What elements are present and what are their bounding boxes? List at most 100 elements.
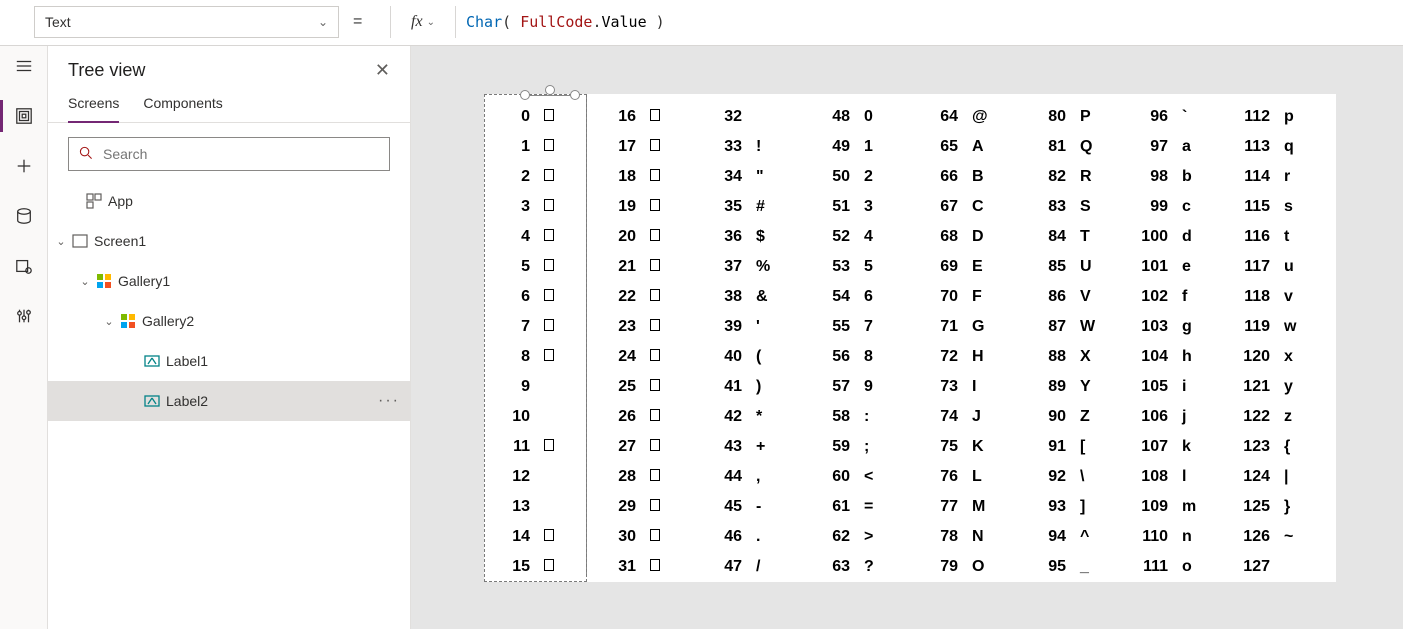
- search-icon: [79, 146, 93, 163]
- ascii-cell: 1: [496, 132, 568, 162]
- ascii-char: F: [972, 288, 996, 306]
- search-input[interactable]: [68, 137, 390, 171]
- ascii-cell: 2: [496, 162, 568, 192]
- ascii-code: 89: [1032, 378, 1066, 396]
- tree-view-icon[interactable]: [0, 96, 48, 136]
- tree-node-label2[interactable]: Label2 ···: [48, 381, 410, 421]
- tree-node-label: App: [108, 193, 133, 209]
- ascii-char: w: [1284, 318, 1308, 336]
- ascii-char: 7: [864, 318, 888, 336]
- left-rail: [0, 46, 48, 629]
- ascii-char: /: [756, 558, 780, 576]
- ascii-cell: 91 [: [1032, 432, 1104, 462]
- label-control-icon: [144, 353, 160, 369]
- ascii-code: 117: [1236, 258, 1270, 276]
- ascii-code: 106: [1134, 408, 1168, 426]
- ascii-code: 79: [924, 558, 958, 576]
- ascii-char: 0: [864, 108, 888, 126]
- ascii-code: 43: [708, 438, 742, 456]
- close-icon[interactable]: ✕: [375, 60, 390, 81]
- ascii-code: 120: [1236, 348, 1270, 366]
- ascii-char: [: [1080, 438, 1104, 456]
- ascii-code: 123: [1236, 438, 1270, 456]
- tree-node-label: Label1: [166, 353, 208, 369]
- ascii-char: $: [756, 228, 780, 246]
- ascii-cell: 73I: [924, 372, 996, 402]
- ascii-char: [544, 168, 568, 186]
- ascii-code: 50: [816, 168, 850, 186]
- canvas-area[interactable]: 0123456789101112131415161718192021222324…: [411, 46, 1403, 629]
- tree-node-label1[interactable]: Label1: [48, 341, 410, 381]
- fx-button[interactable]: fx ⌄: [390, 6, 456, 38]
- ascii-char: <: [864, 468, 888, 486]
- insert-icon[interactable]: [0, 146, 48, 186]
- ascii-code: 15: [496, 558, 530, 576]
- ascii-cell: 23: [602, 312, 674, 342]
- tree-node-screen1[interactable]: ⌄ Screen1: [48, 221, 410, 261]
- media-icon[interactable]: [0, 246, 48, 286]
- chevron-down-icon[interactable]: ⌄: [102, 315, 116, 328]
- ascii-cell: 119w: [1236, 312, 1308, 342]
- ascii-cell: 45-: [708, 492, 780, 522]
- ascii-code: 32: [708, 108, 742, 126]
- search-field[interactable]: [101, 145, 379, 163]
- tab-components[interactable]: Components: [143, 95, 222, 122]
- ascii-char: [650, 228, 674, 246]
- property-dropdown[interactable]: Text ⌄: [34, 6, 339, 38]
- design-surface[interactable]: 0123456789101112131415161718192021222324…: [484, 94, 1336, 582]
- ascii-char: [650, 348, 674, 366]
- ascii-cell: 46.: [708, 522, 780, 552]
- data-icon[interactable]: [0, 196, 48, 236]
- ascii-char: k: [1182, 438, 1206, 456]
- ascii-code: 92: [1032, 468, 1066, 486]
- ascii-char: [650, 108, 674, 126]
- tools-icon[interactable]: [0, 296, 48, 336]
- ascii-cell: 90Z: [1032, 402, 1104, 432]
- ascii-cell: 25: [602, 372, 674, 402]
- ascii-char: ?: [864, 558, 888, 576]
- ascii-cell: 121y: [1236, 372, 1308, 402]
- ascii-code: 18: [602, 168, 636, 186]
- tab-screens[interactable]: Screens: [68, 95, 119, 123]
- ascii-cell: 105 i: [1134, 372, 1206, 402]
- ascii-cell: 546: [816, 282, 888, 312]
- ascii-code: 1: [496, 138, 530, 156]
- ascii-char: 5: [864, 258, 888, 276]
- ascii-code: 94: [1032, 528, 1066, 546]
- ascii-char: {: [1284, 438, 1308, 456]
- ascii-cell: 92\: [1032, 462, 1104, 492]
- ascii-code: 105: [1134, 378, 1168, 396]
- tree-node-gallery1[interactable]: ⌄ Gallery1: [48, 261, 410, 301]
- chevron-down-icon[interactable]: ⌄: [54, 235, 68, 248]
- ascii-char: [544, 108, 568, 126]
- chevron-down-icon[interactable]: ⌄: [78, 275, 92, 288]
- ascii-char: Z: [1080, 408, 1104, 426]
- ascii-char: v: [1284, 288, 1308, 306]
- tree-node-gallery2[interactable]: ⌄ Gallery2: [48, 301, 410, 341]
- ascii-cell: 29: [602, 492, 674, 522]
- tree-list: App ⌄ Screen1 ⌄ Gallery1 ⌄ Gallery2: [48, 181, 410, 421]
- ascii-code: 91: [1032, 438, 1066, 456]
- ascii-code: 70: [924, 288, 958, 306]
- ascii-code: 51: [816, 198, 850, 216]
- ascii-code: 49: [816, 138, 850, 156]
- ascii-char: b: [1182, 168, 1206, 186]
- ascii-cell: 18: [602, 162, 674, 192]
- more-icon[interactable]: ···: [378, 392, 400, 410]
- ascii-char: 8: [864, 348, 888, 366]
- hamburger-icon[interactable]: [0, 46, 48, 86]
- ascii-cell: 86V: [1032, 282, 1104, 312]
- tree-node-app[interactable]: App: [48, 181, 410, 221]
- ascii-cell: 72H: [924, 342, 996, 372]
- ascii-code: 25: [602, 378, 636, 396]
- ascii-code: 22: [602, 288, 636, 306]
- ascii-cell: 85U: [1032, 252, 1104, 282]
- formula-input[interactable]: Char ( FullCode . Value ): [466, 6, 665, 38]
- ascii-code: 113: [1236, 138, 1270, 156]
- ascii-char: i: [1182, 378, 1206, 396]
- ascii-cell: 10: [496, 402, 568, 432]
- ascii-char: U: [1080, 258, 1104, 276]
- ascii-code: 28: [602, 468, 636, 486]
- ascii-cell: 100d: [1134, 222, 1206, 252]
- ascii-cell: 19: [602, 192, 674, 222]
